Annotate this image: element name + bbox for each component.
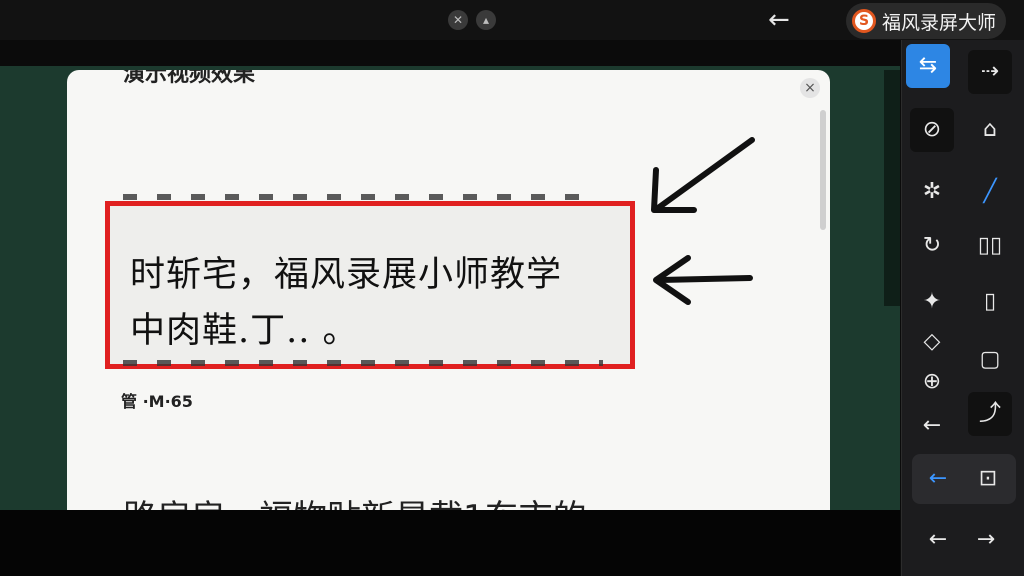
eraser-icon[interactable]: ◇ (910, 320, 954, 364)
fork-icon[interactable]: ⤴ (968, 392, 1012, 436)
arrow-lower-shaft (657, 275, 753, 283)
target-icon[interactable]: ⊕ (910, 360, 954, 404)
next-icon[interactable]: → (964, 518, 1008, 562)
share-icon[interactable]: ⇆ (906, 44, 950, 88)
text-fragment-row (123, 194, 593, 200)
highlight-line-2: 中肉鞋.丁.. 。 (130, 311, 359, 351)
paper-bottom-text: 路房房，福物贴新星载1东市的 (123, 490, 587, 510)
board-edge (884, 70, 900, 306)
paper-scrollbar[interactable] (820, 110, 826, 230)
paper-top-text: 演示视频效果 (123, 70, 256, 87)
paper-code-text: 管 ·M·65 (121, 392, 193, 411)
highlight-line-1: 时斩宅，福风录展小师教学 (130, 255, 563, 295)
highlight-box: 时斩宅，福风录展小师教学 中肉鞋.丁.. 。 (105, 201, 635, 369)
paper-close-icon[interactable]: × (800, 78, 820, 98)
star-icon[interactable]: ✦ (910, 280, 954, 324)
note-icon[interactable]: ▢ (968, 338, 1012, 382)
bell-icon[interactable]: ⌂ (968, 108, 1012, 152)
back-icon[interactable]: ← (910, 404, 954, 448)
mode-group: ← ⊡ (912, 454, 1016, 504)
battery-icon[interactable]: ▯ (968, 280, 1012, 324)
line-icon[interactable]: ╱ (968, 170, 1012, 214)
up-icon[interactable]: ▴ (476, 10, 496, 30)
back-arrow-icon[interactable]: ← (768, 6, 790, 34)
brand-badge[interactable]: S 福风录屏大师 (846, 3, 1007, 39)
refresh-icon[interactable]: ↻ (910, 224, 954, 268)
more-icon[interactable]: ⇢ (968, 50, 1012, 94)
arrow-upper-shaft (655, 137, 755, 211)
blue-back-icon[interactable]: ← (916, 457, 960, 501)
split-icon[interactable]: ▯▯ (968, 224, 1012, 268)
settings-icon[interactable]: ✲ (910, 170, 954, 214)
brand-name: 福风录屏大师 (882, 11, 997, 34)
capture-icon[interactable]: ⊡ (966, 457, 1010, 501)
annotation-arrows (651, 137, 755, 305)
text-fragment-row (123, 360, 603, 366)
prev-icon[interactable]: ← (916, 518, 960, 562)
link-icon[interactable]: ⊘ (910, 108, 954, 152)
brand-logo-icon: S (852, 9, 876, 33)
tool-panel: ⇆ ⇢ ⊘ ⌂ ✲ ╱ ↻ ▯▯ ✦ ▯ ◇ ▢ ⊕ ← ⤴ ← ⊡ ← → (901, 40, 1024, 576)
bottom-band (0, 510, 900, 576)
close-icon[interactable]: ✕ (448, 10, 468, 30)
